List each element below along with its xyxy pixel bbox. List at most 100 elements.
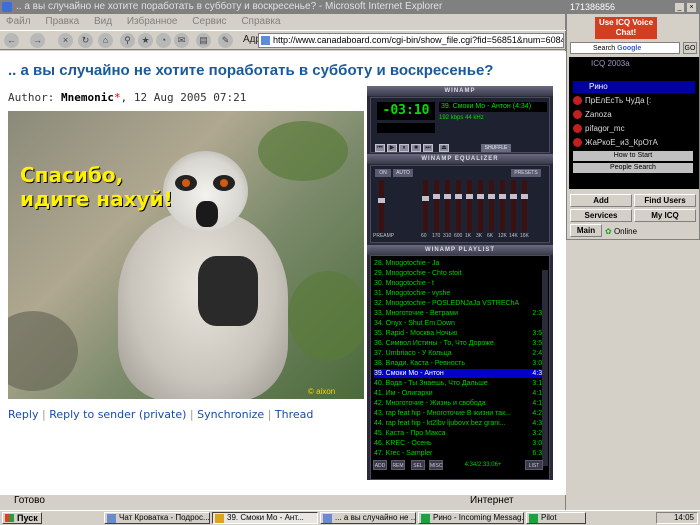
add-button[interactable]: Add xyxy=(570,194,632,207)
mail-icon[interactable]: ✉ xyxy=(174,33,189,48)
contact-item[interactable]: ПрЕлЕсТь ЧуДа [: xyxy=(573,95,695,107)
address-input[interactable]: http://www.canadaboard.com/cgi-bin/show_… xyxy=(258,33,564,48)
preamp-slider[interactable] xyxy=(378,180,385,232)
pl-rem-button[interactable]: REM xyxy=(391,460,405,470)
menu-view[interactable]: Вид xyxy=(94,16,112,27)
equalizer-titlebar[interactable]: WINAMP EQUALIZER xyxy=(367,154,553,164)
winamp-titlebar[interactable]: WINAMP xyxy=(367,86,553,96)
play-button[interactable]: ▶ xyxy=(387,144,397,152)
playlist-item[interactable]: 33. Многоточие - Ветрами 2:34 xyxy=(374,309,546,319)
print-icon[interactable]: ▤ xyxy=(196,33,211,48)
eq-band-slider[interactable] xyxy=(466,180,473,232)
eq-band-slider[interactable] xyxy=(433,180,440,232)
time-display[interactable]: -03:10 xyxy=(377,102,435,120)
synchronize-link[interactable]: Synchronize xyxy=(197,408,264,421)
back-icon[interactable]: ← xyxy=(4,33,19,48)
contact-group[interactable]: Рино xyxy=(573,81,695,93)
shuffle-button[interactable]: SHUFFLE xyxy=(481,144,511,152)
playlist-item[interactable]: 37. Umbriaco - У Кольца 2:48 xyxy=(374,349,546,359)
voice-chat-banner[interactable]: Use ICQ Voice Chat! xyxy=(595,17,657,39)
refresh-icon[interactable]: ↻ xyxy=(78,33,93,48)
task-winamp[interactable]: 39. Смоки Мо - Ант... xyxy=(212,512,318,524)
playlist-item[interactable]: 35. Rapid - Москва Ночью 3:58 xyxy=(374,329,546,339)
services-button[interactable]: Services xyxy=(570,209,632,222)
playlist-item[interactable]: 46. KREC - Осень 3:03 xyxy=(374,439,546,449)
online-status[interactable]: ✿ Online xyxy=(605,227,637,236)
close-icon[interactable]: × xyxy=(687,3,696,12)
playlist-item[interactable]: 38. Влади. Каста - Ревность 3:00 xyxy=(374,359,546,369)
edit-icon[interactable]: ✎ xyxy=(218,33,233,48)
playlist-item[interactable]: 36. Символ Истины - То, Что Дороже 3:58 xyxy=(374,339,546,349)
pl-misc-button[interactable]: MISC xyxy=(429,460,443,470)
task-ie[interactable]: ... а вы случайно не ... xyxy=(320,512,416,524)
playlist-item[interactable]: 43. rap feat hip - Многоточие В жизни та… xyxy=(374,409,546,419)
pause-button[interactable]: ⏸ xyxy=(399,144,409,152)
menu-file[interactable]: Файл xyxy=(6,16,31,27)
eq-band-slider[interactable] xyxy=(488,180,495,232)
playlist-item[interactable]: 45. Каста - Про Макса 3:28 xyxy=(374,429,546,439)
pl-sel-button[interactable]: SEL xyxy=(411,460,425,470)
icq-go-button[interactable]: GO xyxy=(683,42,697,54)
contact-item[interactable]: pifagor_mc xyxy=(573,123,695,135)
menu-edit[interactable]: Правка xyxy=(45,16,79,27)
find-users-button[interactable]: Find Users xyxy=(634,194,696,207)
task-pilot[interactable]: Pilot xyxy=(526,512,586,524)
reply-private-link[interactable]: Reply to sender (private) xyxy=(49,408,186,421)
playlist-item[interactable]: 28. Mnogotochie - Ja xyxy=(374,259,546,268)
playlist-item[interactable]: 40. Вода - Ты Знаешь, Что Дальше 3:18 xyxy=(374,379,546,389)
how-to-start-button[interactable]: How to Start xyxy=(573,151,693,161)
task-icq-message[interactable]: Рино - Incoming Messag... xyxy=(418,512,524,524)
people-search-button[interactable]: People Search xyxy=(573,163,693,173)
visualizer[interactable] xyxy=(377,123,435,133)
favorites-icon[interactable]: ★ xyxy=(138,33,153,48)
reply-link[interactable]: Reply xyxy=(8,408,38,421)
menu-tools[interactable]: Сервис xyxy=(192,16,226,27)
contact-item[interactable]: Zanoza xyxy=(573,109,695,121)
eq-band-slider[interactable] xyxy=(455,180,462,232)
eq-band-slider[interactable] xyxy=(444,180,451,232)
thread-link[interactable]: Thread xyxy=(275,408,313,421)
playlist-item[interactable]: 29. Mnogotochie - Chto stoit xyxy=(374,269,546,278)
pl-add-button[interactable]: ADD xyxy=(373,460,387,470)
playlist-titlebar[interactable]: WINAMP PLAYLIST xyxy=(367,245,553,255)
playlist-item[interactable]: 44. rap feat hip - kt2lbv ljubovx bez gr… xyxy=(374,419,546,429)
menu-favorites[interactable]: Избранное xyxy=(127,16,178,27)
menu-help[interactable]: Справка xyxy=(241,16,280,27)
author-name[interactable]: Mnemonic xyxy=(61,91,114,104)
playlist-item[interactable]: 34. Onyx - Shut Em Down xyxy=(374,319,546,328)
next-button[interactable]: ⏭ xyxy=(423,144,433,152)
eq-band-slider[interactable] xyxy=(499,180,506,232)
my-icq-button[interactable]: My ICQ xyxy=(634,209,696,222)
eq-band-slider[interactable] xyxy=(422,180,429,232)
pl-list-button[interactable]: LIST xyxy=(525,460,543,470)
playlist-item[interactable]: 42. Многоточие - Жизнь и свобода 4:10 xyxy=(374,399,546,409)
start-button[interactable]: Пуск xyxy=(2,512,42,524)
icq-search-input[interactable]: Search Google xyxy=(570,42,680,54)
playlist-item[interactable]: 41. Им - Олигархи 4:14 xyxy=(374,389,546,399)
prev-button[interactable]: ⏮ xyxy=(375,144,385,152)
main-button[interactable]: Main xyxy=(570,224,602,237)
task-chat[interactable]: Чат Кроватка - Подрос... xyxy=(104,512,210,524)
playlist-item[interactable]: 32. Mnogotochie - POSLEDNJaJa VSTREChA xyxy=(374,299,546,308)
ie-titlebar[interactable]: .. а вы случайно не хотите поработать в … xyxy=(0,0,566,14)
playlist-scrollbar[interactable] xyxy=(542,270,548,466)
eq-auto-button[interactable]: AUTO xyxy=(393,169,413,177)
eq-presets-button[interactable]: PRESETS xyxy=(511,169,541,177)
contact-item[interactable]: ЖаРкоЕ_и3_КрОтА xyxy=(573,137,695,149)
minimize-icon[interactable]: _ xyxy=(675,3,684,12)
eject-button[interactable]: ⏏ xyxy=(439,144,449,152)
eq-on-button[interactable]: ON xyxy=(375,169,391,177)
eq-band-slider[interactable] xyxy=(510,180,517,232)
playlist-item[interactable]: 47. Krec - Sampler 6:34 xyxy=(374,449,546,459)
clock[interactable]: 14:05 xyxy=(656,512,698,524)
forward-icon[interactable]: → xyxy=(30,33,45,48)
stop-icon[interactable]: × xyxy=(58,33,73,48)
home-icon[interactable]: ⌂ xyxy=(98,33,113,48)
eq-band-slider[interactable] xyxy=(477,180,484,232)
playlist-item[interactable]: 31. Mnogotochie - vyshe xyxy=(374,289,546,298)
playlist-item[interactable]: 30. Mnogotochie - t xyxy=(374,279,546,288)
history-icon[interactable]: ◔ xyxy=(156,33,171,48)
eq-band-slider[interactable] xyxy=(521,180,528,232)
search-icon[interactable]: ⚲ xyxy=(120,33,135,48)
playlist-item[interactable]: 39. Смоки Мо - Антон 4:34 xyxy=(374,369,546,379)
